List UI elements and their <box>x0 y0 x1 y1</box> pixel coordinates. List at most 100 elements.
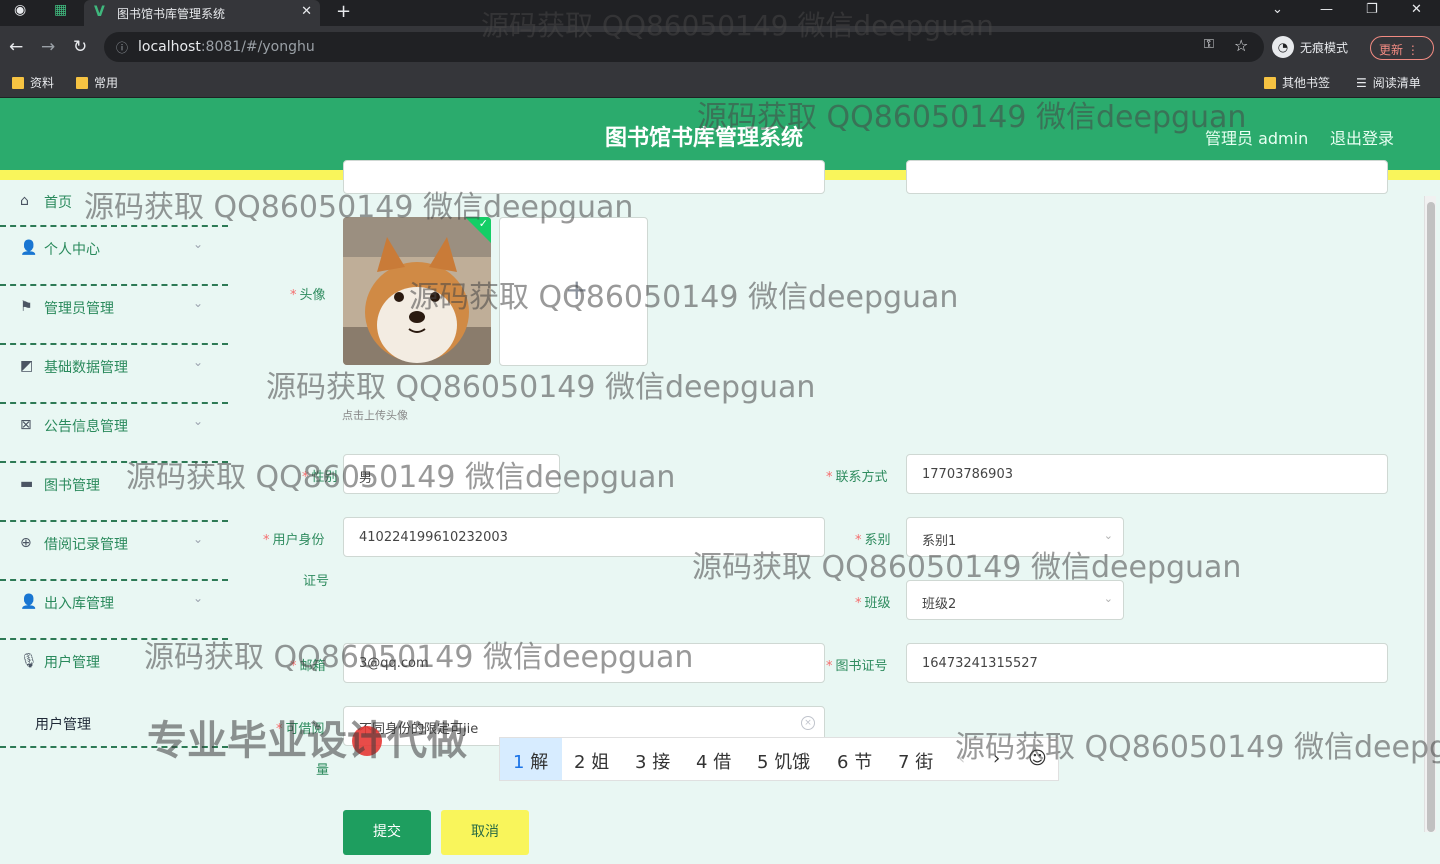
chevron-down-icon: ⌄ <box>193 591 204 605</box>
idcard-input[interactable]: 410224199610232003 <box>343 517 825 557</box>
incognito-indicator[interactable]: ◔ 无痕模式 <box>1272 36 1348 58</box>
submit-button[interactable]: 提交 <box>343 810 431 855</box>
sidebar-item-admins[interactable]: ⚑ 管理员管理 ⌄ <box>0 286 228 345</box>
ime-prev-icon[interactable]: ‹ <box>958 748 965 769</box>
flag-icon: ⚑ <box>20 299 33 315</box>
sidebar-item-label: 个人中心 <box>44 242 100 258</box>
contact-label: * 联系方式 <box>826 470 888 485</box>
update-button[interactable]: 更新 ⋮ <box>1370 36 1434 60</box>
close-icon[interactable]: ✕ <box>301 4 312 19</box>
gender-label: * 性别 <box>302 470 338 485</box>
idcard-label-cont: 证号 <box>303 574 330 589</box>
back-icon[interactable]: ← <box>9 37 23 57</box>
sidebar-item-label: 首页 <box>44 195 72 211</box>
ime-candidate-bar: 1 解 2 姐 3 接 4 借 5 饥饿 6 节 7 街 ‹ › ☺ <box>499 737 1059 781</box>
vue-icon: V <box>94 4 105 20</box>
reload-icon[interactable]: ↻ <box>73 37 87 57</box>
folder-icon <box>12 76 24 89</box>
dept-select[interactable]: 系别1 ⌄ <box>906 517 1124 557</box>
sidebar-item-borrow[interactable]: ⊕ 借阅记录管理 ⌄ <box>0 522 228 581</box>
contact-input[interactable]: 17703786903 <box>906 454 1388 494</box>
bookmark-ziliao[interactable]: 资料 <box>12 74 54 91</box>
chevron-down-icon[interactable]: ⌄ <box>1272 2 1283 17</box>
window-close-button[interactable]: ✕ <box>1411 2 1422 17</box>
idcard-label: * 用户身份 <box>263 533 325 548</box>
emoji-icon[interactable]: ☺ <box>1028 748 1047 769</box>
class-select[interactable]: 班级2 ⌄ <box>906 580 1124 620</box>
sheet-tab-icon[interactable]: ▦ <box>54 2 67 18</box>
check-icon: ✓ <box>478 217 488 230</box>
new-tab-button[interactable]: + <box>336 1 351 22</box>
browser-menu-icon[interactable]: ◉ <box>14 2 26 18</box>
user-icon: 👤 <box>20 240 38 256</box>
app-title: 图书馆书库管理系统 <box>605 126 804 151</box>
info-icon[interactable]: ⓘ <box>116 39 128 56</box>
chevron-down-icon: ⌄ <box>193 473 204 487</box>
ime-candidate-1[interactable]: 1 解 <box>513 748 548 774</box>
chevron-down-icon: ⌄ <box>193 355 204 369</box>
admin-label: 管理员 admin <box>1205 129 1309 148</box>
upload-hint: 点击上传头像 <box>342 409 408 422</box>
avatar-upload-button[interactable]: + <box>499 217 648 366</box>
browser-tab[interactable]: V 图书馆书库管理系统 ✕ <box>84 0 320 26</box>
sidebar-item-profile[interactable]: 👤 个人中心 ⌄ <box>0 227 228 286</box>
sidebar-item-notices[interactable]: ⊠ 公告信息管理 ⌄ <box>0 404 228 463</box>
sidebar-item-basedata[interactable]: ◩ 基础数据管理 ⌄ <box>0 345 228 404</box>
watermark: 源码获取 QQ86050149 微信deepguan <box>409 280 959 315</box>
briefcase-icon: ▬ <box>20 476 34 492</box>
ime-candidate-6[interactable]: 6 节 <box>837 748 872 774</box>
incognito-label: 无痕模式 <box>1300 40 1349 55</box>
tab-title: 图书馆书库管理系统 <box>117 7 226 21</box>
avatar-preview[interactable]: ✓ <box>343 217 491 365</box>
browser-titlebar: ◉ ▦ V 图书馆书库管理系统 ✕ + ⌄ — ❐ ✕ <box>0 0 1440 26</box>
key-icon[interactable]: ⚿ <box>1204 37 1214 52</box>
clear-icon[interactable]: × <box>801 716 815 730</box>
sidebar-item-label: 用户管理 <box>44 655 100 671</box>
sidebar-item-label: 管理员管理 <box>44 301 114 317</box>
home-icon: ⌂ <box>20 193 29 209</box>
chevron-down-icon: ⌄ <box>193 237 204 251</box>
ime-candidate-5[interactable]: 5 饥饿 <box>757 748 810 774</box>
ime-candidate-4[interactable]: 4 借 <box>696 748 731 774</box>
sidebar-subitem-users[interactable]: 用户管理 <box>35 714 91 734</box>
sidebar-item-label: 借阅记录管理 <box>44 537 128 553</box>
bookmark-other[interactable]: 其他书签 <box>1264 74 1330 91</box>
logout-link[interactable]: 退出登录 <box>1330 125 1394 149</box>
sidebar-item-books[interactable]: ▬ 图书管理 ⌄ <box>0 463 228 522</box>
sidebar-item-label: 出入库管理 <box>44 596 114 612</box>
sidebar-item-home[interactable]: ⌂ 首页 <box>0 180 228 227</box>
sidebar-item-inout[interactable]: 👤 出入库管理 ⌄ <box>0 581 228 640</box>
bookmark-changyong[interactable]: 常用 <box>76 74 118 91</box>
scroll-thumb[interactable] <box>1427 202 1435 832</box>
browser-toolbar: ← → ↻ ⓘ localhost:8081/#/yonghu ⚿ ☆ ◔ 无痕… <box>0 26 1440 68</box>
card-input[interactable]: 16473241315527 <box>906 643 1388 683</box>
top-input-right[interactable] <box>906 160 1388 194</box>
email-label: * 邮箱 <box>290 659 326 674</box>
ime-next-icon[interactable]: › <box>993 748 1000 769</box>
ime-candidate-3[interactable]: 3 接 <box>635 748 670 774</box>
chevron-down-icon: ⌄ <box>193 414 204 428</box>
chevron-down-icon: ⌄ <box>193 296 204 310</box>
chevron-down-icon: ⌄ <box>1103 592 1113 605</box>
address-bar[interactable]: ⓘ localhost:8081/#/yonghu ⚿ ☆ <box>104 32 1264 62</box>
plus-icon: + <box>565 273 589 306</box>
chevron-down-icon: ⌄ <box>193 532 204 546</box>
avatar-label: * 头像 <box>290 288 326 303</box>
chevron-up-icon: ⌃ <box>193 650 204 664</box>
email-input[interactable]: 3@qq.com <box>343 643 825 683</box>
ime-candidate-2[interactable]: 2 姐 <box>574 748 609 774</box>
star-icon[interactable]: ☆ <box>1234 36 1248 55</box>
minimize-button[interactable]: — <box>1320 2 1333 17</box>
ime-candidate-7[interactable]: 7 街 <box>898 748 933 774</box>
restore-button[interactable]: ❐ <box>1366 2 1378 17</box>
forward-icon[interactable]: → <box>41 37 55 57</box>
incognito-icon: ◔ <box>1272 36 1294 58</box>
sidebar-item-label: 基础数据管理 <box>44 360 128 376</box>
class-label: * 班级 <box>855 596 891 611</box>
cancel-button[interactable]: 取消 <box>441 810 529 855</box>
reading-list[interactable]: ☰ 阅读清单 <box>1356 74 1421 91</box>
page-scrollbar[interactable] <box>1424 196 1436 832</box>
top-input-left[interactable] <box>343 160 825 194</box>
gender-input[interactable]: 男 <box>343 454 560 494</box>
card-label: * 图书证号 <box>826 659 888 674</box>
